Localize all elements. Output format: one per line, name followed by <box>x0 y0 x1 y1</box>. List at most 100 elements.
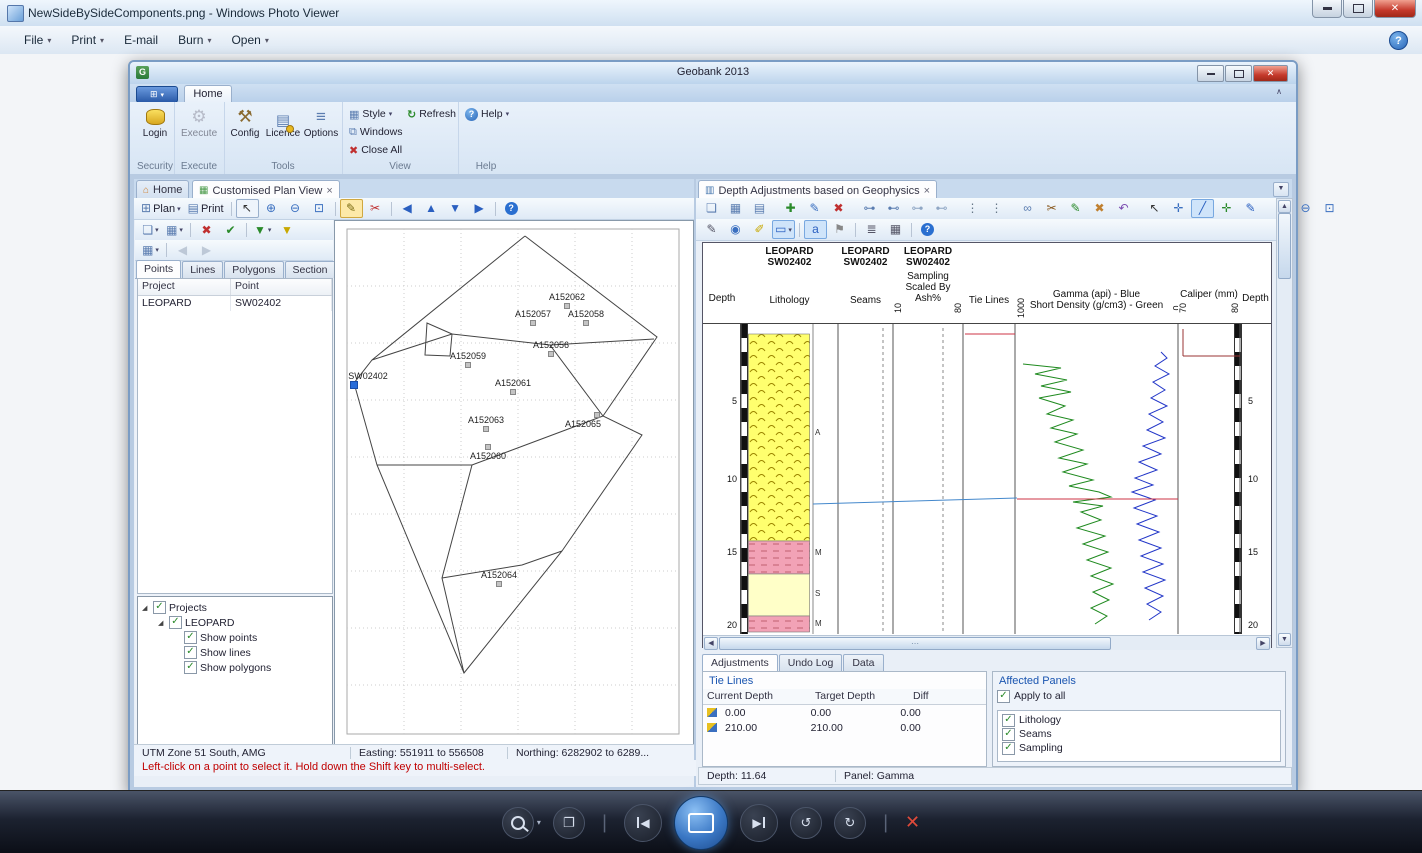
subtab-points[interactable]: Points <box>136 260 181 278</box>
tree-node-show-lines[interactable]: ✓ Show lines <box>138 645 332 660</box>
help-button[interactable]: ? <box>1389 31 1408 50</box>
tree-node-projects[interactable]: ◢ ✓ Projects <box>138 600 332 615</box>
save-button[interactable]: ▦▾ <box>163 221 186 240</box>
draw-tool-button[interactable]: ✎ <box>1239 199 1262 218</box>
maximize-button[interactable] <box>1343 0 1373 18</box>
panel-check-sampling[interactable]: ✓Sampling <box>998 741 1280 755</box>
play-slideshow-button[interactable] <box>674 796 728 850</box>
delete-button[interactable]: ✕ <box>905 812 920 833</box>
expander-icon[interactable]: ◢ <box>158 619 166 627</box>
ribbon-tab-home[interactable]: Home <box>184 85 232 103</box>
tab-adjustments[interactable]: Adjustments <box>702 654 778 672</box>
pan-up-button[interactable]: ▲ <box>420 199 443 218</box>
licence-button[interactable]: ▤ Licence <box>265 104 301 154</box>
log-hscrollbar[interactable]: ◀ ▶ ⋯ <box>703 635 1271 650</box>
pan-down-button[interactable]: ▼ <box>444 199 467 218</box>
panel-check-lithology[interactable]: ✓Lithology <box>998 713 1280 727</box>
adjust-tool-button[interactable]: ✛ <box>1167 199 1190 218</box>
tab-depth-adjustments[interactable]: ▥ Depth Adjustments based on Geophysics … <box>698 180 937 200</box>
tie-line-tool-button[interactable]: ╱ <box>1191 199 1214 218</box>
back-button[interactable]: ◀ <box>171 241 194 260</box>
map-point[interactable] <box>466 363 471 368</box>
map-point[interactable] <box>549 352 554 357</box>
forward-button[interactable]: ▶ <box>195 241 218 260</box>
undo-button[interactable]: ↶ <box>1112 199 1135 218</box>
map-point-selected[interactable] <box>351 382 358 389</box>
panel-check-seams[interactable]: ✓Seams <box>998 727 1280 741</box>
link-a-button[interactable]: ⊶ <box>858 199 881 218</box>
dots-b-button[interactable]: ⋮ <box>985 199 1008 218</box>
select-tool-button[interactable]: ↖ <box>236 199 259 218</box>
map-point[interactable] <box>486 445 491 450</box>
gb-minimize-button[interactable] <box>1197 65 1224 82</box>
link-d-button[interactable]: ⊷ <box>930 199 953 218</box>
next-button[interactable]: ▶ <box>740 804 778 842</box>
tie-cut-button[interactable]: ✂ <box>1040 199 1063 218</box>
annotate-button[interactable]: ✎ <box>700 220 723 239</box>
visibility-button[interactable]: ◉ <box>724 220 747 239</box>
tab-close-icon[interactable]: × <box>326 186 332 196</box>
link-b-button[interactable]: ⊷ <box>882 199 905 218</box>
map-view[interactable]: A152062A152057A152058A152056A152059SW024… <box>334 220 694 745</box>
checkbox-checked-icon[interactable]: ✓ <box>1002 728 1015 741</box>
checkbox-checked-icon[interactable]: ✓ <box>153 601 166 614</box>
log-vscrollbar[interactable]: ▲ ▼ <box>1276 198 1293 648</box>
print-menu-button[interactable]: ▤Print <box>185 199 227 218</box>
zoom-fit-button[interactable]: ⊡ <box>1318 199 1341 218</box>
table-row[interactable]: LEOPARD SW02402 <box>138 296 332 311</box>
minimize-button[interactable] <box>1312 0 1342 18</box>
measure-tool-button[interactable]: ✎ <box>340 199 363 218</box>
pan-right-button[interactable]: ▶ <box>468 199 491 218</box>
hscroll-thumb[interactable]: ⋯ <box>719 637 1111 650</box>
tie-erase-button[interactable]: ✖ <box>1088 199 1111 218</box>
pointer-tool-button[interactable]: ↖ <box>1143 199 1166 218</box>
tie-link-button[interactable]: ∞ <box>1016 199 1039 218</box>
map-point[interactable] <box>531 321 536 326</box>
style-button[interactable]: ▦ Style ▾ <box>346 106 395 122</box>
print-button[interactable]: ▤ <box>748 199 771 218</box>
delete-button[interactable]: ✖ <box>195 221 218 240</box>
rotate-ccw-button[interactable]: ↺ <box>790 807 822 839</box>
checkbox-checked-icon[interactable]: ✓ <box>997 690 1010 703</box>
tab-undo-log[interactable]: Undo Log <box>779 654 843 671</box>
checkbox-checked-icon[interactable]: ✓ <box>169 616 182 629</box>
help-button[interactable]: ? <box>500 199 523 218</box>
scroll-down-icon[interactable]: ▼ <box>1278 633 1291 646</box>
tree-node-show-points[interactable]: ✓ Show points <box>138 630 332 645</box>
link-c-button[interactable]: ⊶ <box>906 199 929 218</box>
edit-button[interactable]: ✎ <box>803 199 826 218</box>
checkbox-checked-icon[interactable]: ✓ <box>1002 714 1015 727</box>
subtab-section[interactable]: Section <box>285 261 336 278</box>
map-point[interactable] <box>565 304 570 309</box>
label-a-button[interactable]: a <box>804 220 827 239</box>
vscroll-thumb[interactable] <box>1278 213 1291 279</box>
checkbox-checked-icon[interactable]: ✓ <box>184 646 197 659</box>
dots-a-button[interactable]: ⋮ <box>961 199 984 218</box>
windows-button[interactable]: ⧉ Windows <box>346 124 405 140</box>
zoom-out-button[interactable]: ⊖ <box>284 199 307 218</box>
zoom-button[interactable] <box>502 807 534 839</box>
filter-clear-button[interactable]: ▼ <box>275 221 298 240</box>
apply-to-all-row[interactable]: ✓ Apply to all <box>993 689 1285 703</box>
table-view-button[interactable]: ▦ <box>884 220 907 239</box>
log-body[interactable]: 5101520 5101520 AMSM <box>703 324 1271 634</box>
config-button[interactable]: ⚒ Config <box>227 104 263 154</box>
scroll-left-icon[interactable]: ◀ <box>704 637 718 650</box>
expander-icon[interactable]: ◢ <box>142 604 150 612</box>
close-all-button[interactable]: ✖ Close All <box>346 142 405 158</box>
map-point[interactable] <box>497 582 502 587</box>
map-point[interactable] <box>511 390 516 395</box>
scroll-right-icon[interactable]: ▶ <box>1256 637 1270 650</box>
help-button[interactable]: ? <box>916 220 939 239</box>
subtab-polygons[interactable]: Polygons <box>224 261 283 278</box>
help-menu-button[interactable]: ? Help ▾ <box>462 106 512 122</box>
map-point[interactable] <box>584 321 589 326</box>
tab-data[interactable]: Data <box>843 654 883 671</box>
add-button[interactable]: ✚ <box>779 199 802 218</box>
gb-maximize-button[interactable] <box>1225 65 1252 82</box>
zoom-in-button[interactable]: ⊕ <box>260 199 283 218</box>
depth-range-button[interactable]: ▭▾ <box>772 220 795 239</box>
chevron-down-icon[interactable]: ▾ <box>537 818 541 827</box>
login-button[interactable]: Login <box>137 104 173 154</box>
checkbox-checked-icon[interactable]: ✓ <box>1002 742 1015 755</box>
